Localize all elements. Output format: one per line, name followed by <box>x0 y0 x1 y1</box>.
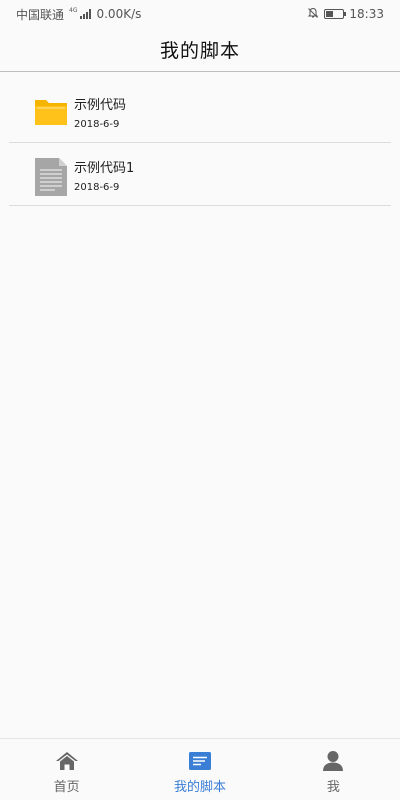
page-title: 我的脚本 <box>159 40 240 62</box>
tab-me[interactable]: 我 <box>267 739 400 800</box>
status-right: 18:33 <box>307 7 384 22</box>
script-list: 示例代码 2018-6-9 示例代码1 2018-6-9 <box>0 80 400 206</box>
tab-home[interactable]: 首页 <box>0 739 133 800</box>
clock-time: 18:33 <box>349 7 384 21</box>
app-header: 我的脚本 <box>0 28 400 72</box>
item-name: 示例代码 <box>74 98 127 113</box>
status-bar: 中国联通 4G 0.00K/s 18:33 <box>0 0 400 28</box>
tab-label: 我 <box>326 780 340 795</box>
item-name: 示例代码1 <box>74 161 135 176</box>
item-date: 2018-6-9 <box>74 119 120 130</box>
document-icon <box>33 157 69 196</box>
tab-my-scripts[interactable]: 我的脚本 <box>133 739 266 800</box>
person-icon <box>320 750 346 772</box>
signal-icon <box>80 9 92 19</box>
script-list-icon <box>187 750 213 772</box>
list-item[interactable]: 示例代码 2018-6-9 <box>9 80 391 143</box>
battery-fill <box>326 11 333 17</box>
bottom-nav: 首页 我的脚本 我 <box>0 738 400 800</box>
carrier-name: 中国联通 <box>16 7 65 22</box>
app-screen: 中国联通 4G 0.00K/s 18:33 我的脚本 示例代码 2018-6-9… <box>0 0 400 800</box>
network-type: 4G <box>69 6 78 14</box>
mute-bell-icon <box>307 7 319 22</box>
home-icon <box>54 750 80 772</box>
status-left: 中国联通 4G 0.00K/s <box>16 6 141 23</box>
folder-icon <box>33 94 69 130</box>
item-date: 2018-6-9 <box>74 182 120 193</box>
network-speed: 0.00K/s <box>96 7 142 21</box>
battery-icon <box>324 9 347 19</box>
tab-label: 我的脚本 <box>173 780 226 795</box>
list-item[interactable]: 示例代码1 2018-6-9 <box>9 143 391 206</box>
tab-label: 首页 <box>53 780 80 795</box>
